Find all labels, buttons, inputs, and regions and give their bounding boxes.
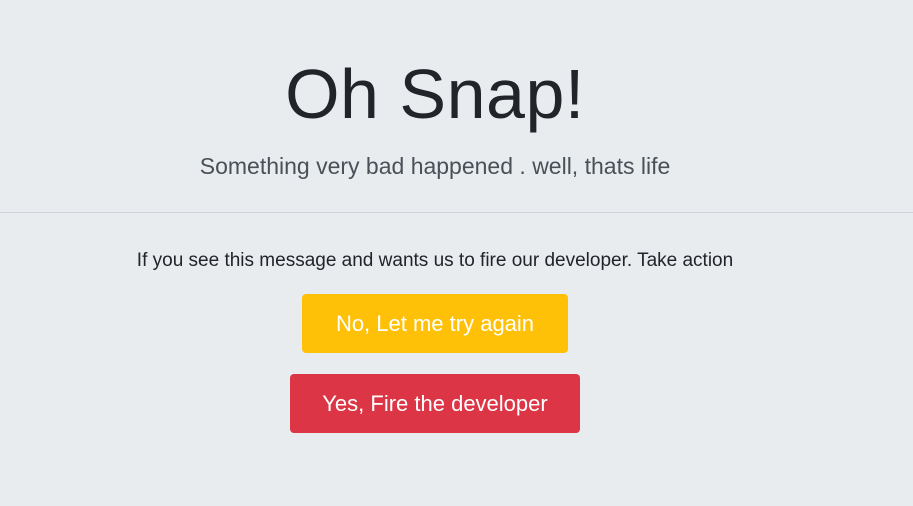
page-title: Oh Snap! [285, 55, 585, 133]
divider [0, 212, 913, 213]
error-page: Oh Snap! Something very bad happened . w… [0, 0, 913, 506]
fire-developer-button[interactable]: Yes, Fire the developer [290, 374, 580, 433]
try-again-button[interactable]: No, Let me try again [302, 294, 568, 353]
action-message: If you see this message and wants us to … [136, 250, 734, 271]
page-subtitle: Something very bad happened . well, that… [199, 153, 671, 179]
